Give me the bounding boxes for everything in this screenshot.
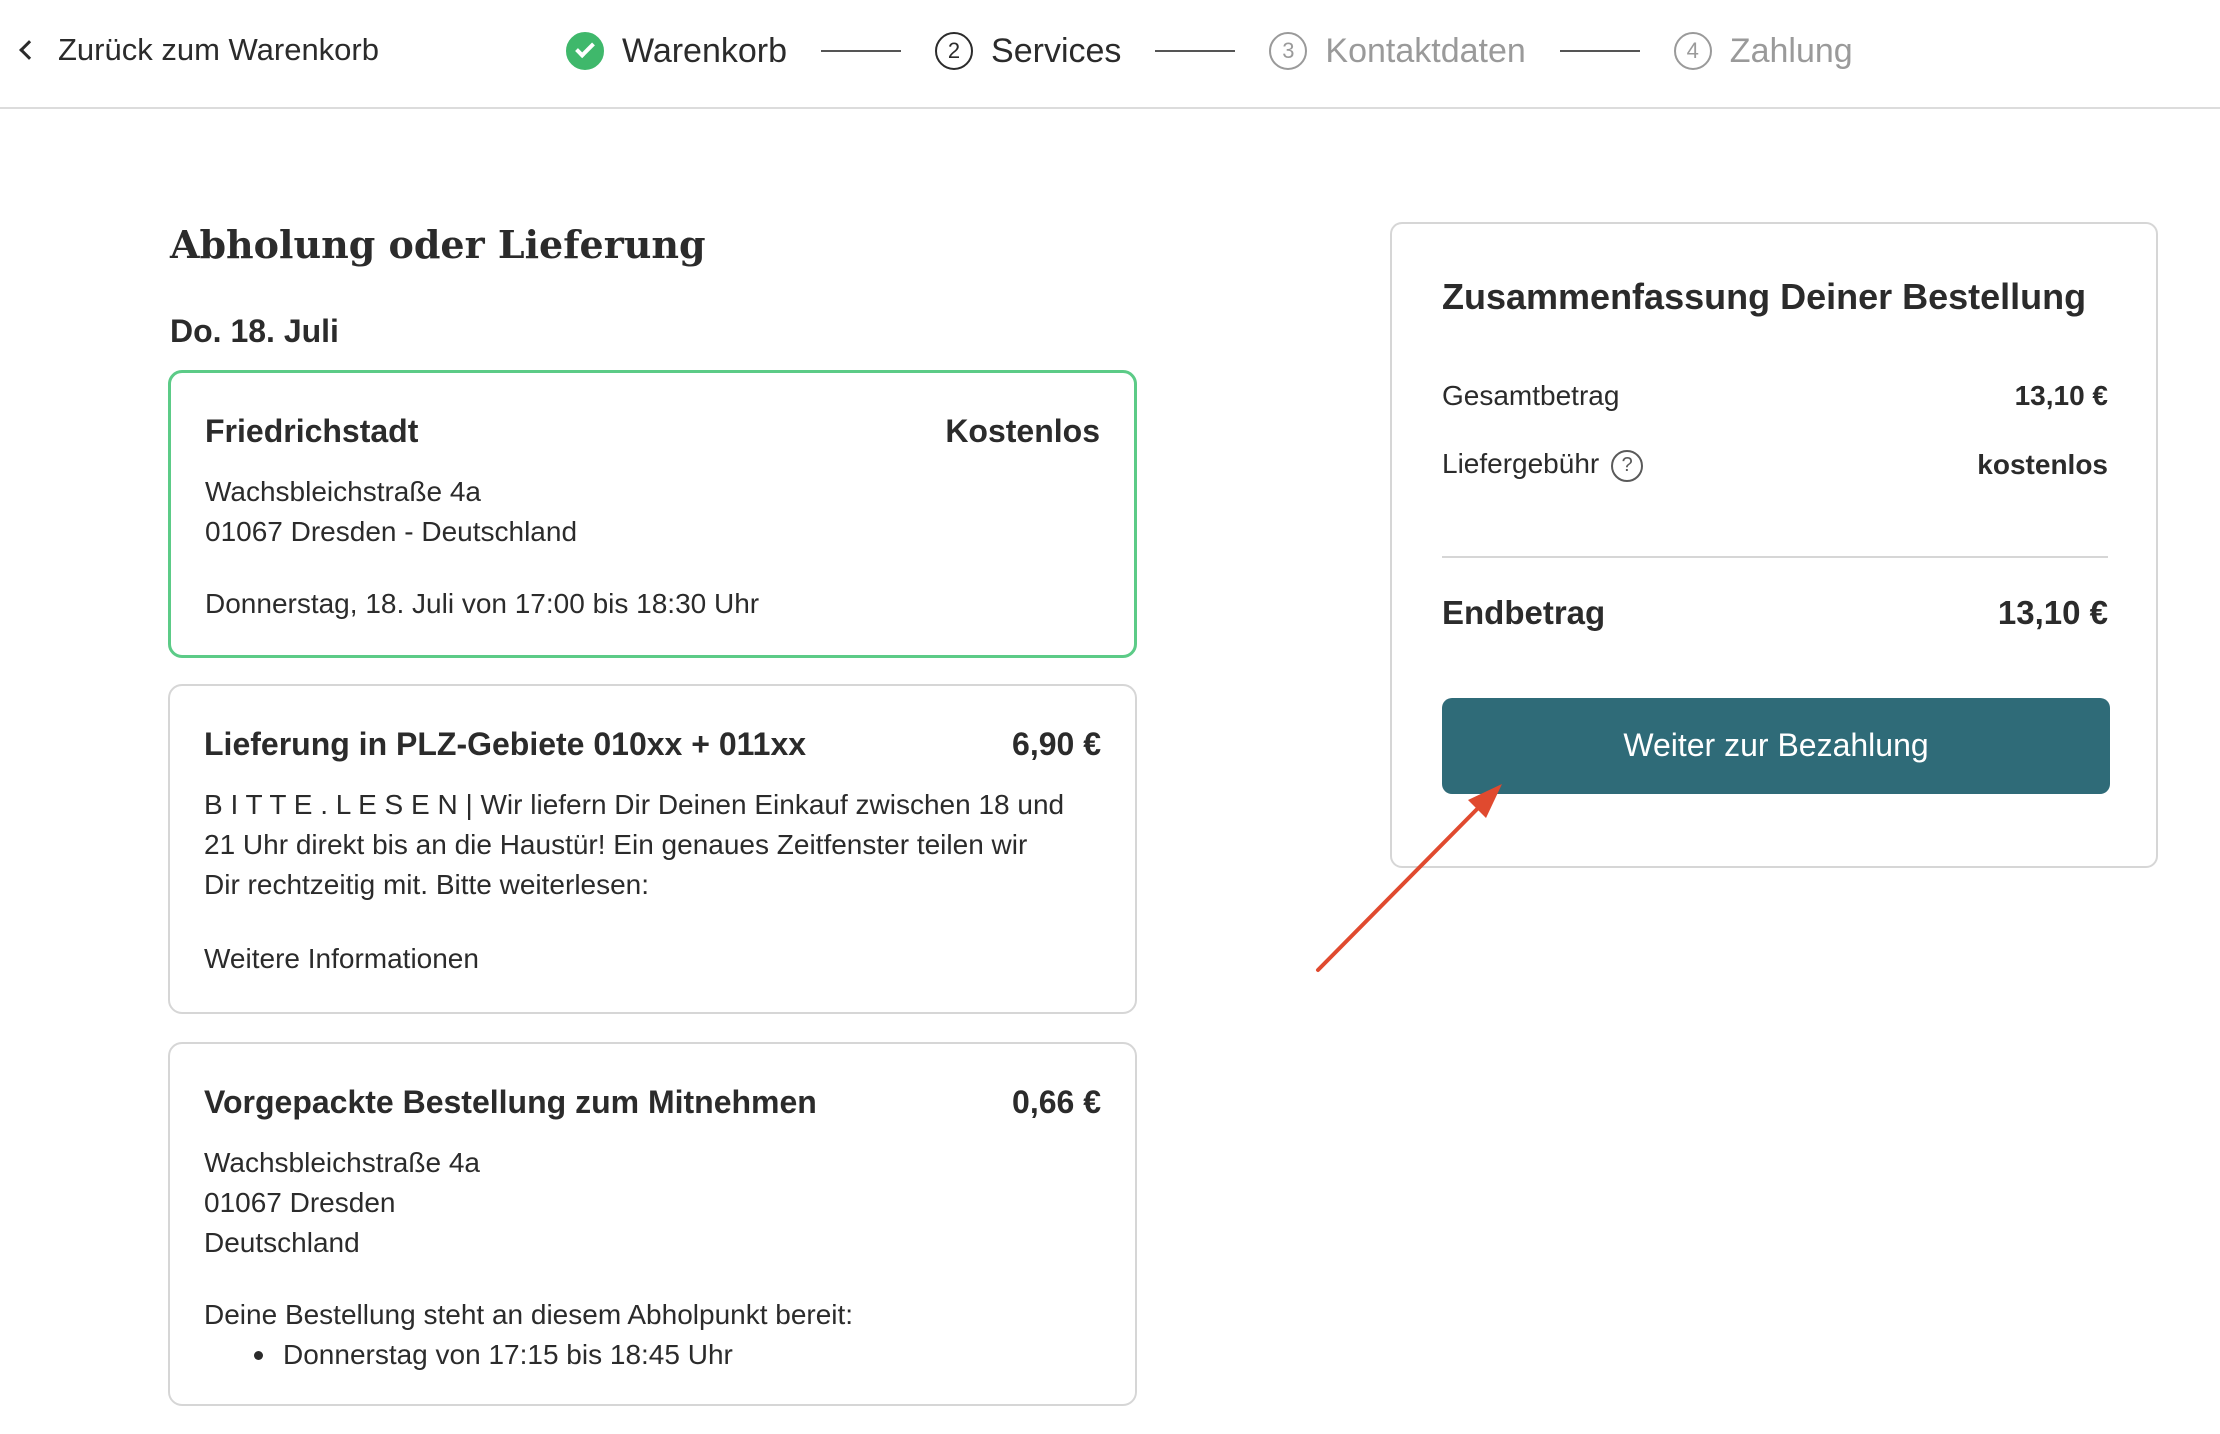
section-title: Abholung oder Lieferung bbox=[170, 222, 706, 267]
address-line: Deutschland bbox=[204, 1227, 360, 1258]
total-value: 13,10 € bbox=[1997, 593, 2108, 631]
step-connector bbox=[821, 50, 902, 52]
option-card-prepacked[interactable]: Vorgepackte Bestellung zum Mitnehmen 0,6… bbox=[168, 1042, 1137, 1406]
step-label: Zahlung bbox=[1729, 31, 1853, 70]
option-price: 0,66 € bbox=[1012, 1084, 1101, 1120]
help-icon[interactable]: ? bbox=[1611, 449, 1644, 482]
step-warenkorb[interactable]: Warenkorb bbox=[566, 32, 787, 71]
total-label: Endbetrag bbox=[1442, 593, 1606, 631]
checkout-stepper: Warenkorb 2 Services 3 Kontaktdaten 4 Za… bbox=[566, 24, 1853, 78]
option-name: Vorgepackte Bestellung zum Mitnehmen bbox=[204, 1084, 817, 1120]
fee-value: kostenlos bbox=[1977, 448, 2108, 480]
total-row: Endbetrag 13,10 € bbox=[1442, 594, 2108, 632]
fee-label-wrap: Liefergebühr? bbox=[1442, 448, 1644, 482]
option-name: Lieferung in PLZ-Gebiete 010xx + 011xx bbox=[204, 726, 807, 762]
description-line: 21 Uhr direkt bis an die Haustür! Ein ge… bbox=[204, 829, 1028, 860]
pickup-time: Donnerstag von 17:15 bis 18:45 Uhr bbox=[283, 1339, 733, 1370]
description-line: Dir rechtzeitig mit. Bitte weiterlesen: bbox=[204, 869, 650, 900]
fee-row: Liefergebühr? kostenlos bbox=[1442, 448, 2108, 482]
annotation-arrow bbox=[1316, 784, 1502, 972]
step-label: Services bbox=[991, 31, 1122, 70]
date-label: Do. 18. Juli bbox=[170, 313, 339, 349]
pickup-note: Deine Bestellung steht an diesem Abholpu… bbox=[204, 1299, 854, 1330]
subtotal-row: Gesamtbetrag 13,10 € bbox=[1442, 380, 2108, 412]
chevron-left-icon bbox=[19, 40, 39, 60]
step-services: 2 Services bbox=[935, 32, 1121, 71]
option-card-delivery[interactable]: Lieferung in PLZ-Gebiete 010xx + 011xx 6… bbox=[168, 684, 1137, 1014]
option-name: Friedrichstadt bbox=[205, 413, 419, 449]
order-summary: Zusammenfassung Deiner Bestellung Gesamt… bbox=[1390, 222, 2158, 868]
address-line: Wachsbleichstraße 4a bbox=[205, 476, 481, 507]
back-link-label: Zurück zum Warenkorb bbox=[58, 32, 379, 67]
option-price: Kostenlos bbox=[945, 413, 1100, 449]
summary-divider bbox=[1442, 555, 2108, 558]
check-icon bbox=[566, 32, 604, 70]
option-description: B I T T E . L E S E N | Wir liefern Dir … bbox=[204, 785, 1101, 905]
arrow-shaft bbox=[1316, 796, 1490, 972]
step-number: 4 bbox=[1673, 32, 1712, 70]
back-to-cart-link[interactable]: Zurück zum Warenkorb bbox=[16, 28, 379, 72]
more-info-link[interactable]: Weitere Informationen bbox=[204, 943, 1101, 975]
option-card-friedrichstadt[interactable]: Friedrichstadt Kostenlos Wachsbleichstra… bbox=[168, 370, 1137, 658]
step-label: Kontaktdaten bbox=[1325, 31, 1526, 70]
continue-to-payment-button[interactable]: Weiter zur Bezahlung bbox=[1442, 697, 2110, 794]
step-connector bbox=[1155, 50, 1236, 52]
address-line: Wachsbleichstraße 4a bbox=[204, 1147, 480, 1178]
step-number: 2 bbox=[935, 32, 974, 70]
step-number: 3 bbox=[1269, 32, 1308, 70]
description-line: B I T T E . L E S E N | Wir liefern Dir … bbox=[204, 789, 1065, 820]
checkout-header: Zurück zum Warenkorb Warenkorb 2 Service… bbox=[0, 0, 2220, 109]
step-label: Warenkorb bbox=[622, 31, 788, 70]
fee-label: Liefergebühr bbox=[1442, 448, 1600, 479]
pickup-time: Donnerstag, 18. Juli von 17:00 bis 18:30… bbox=[205, 588, 760, 619]
address-line: 01067 Dresden bbox=[204, 1187, 396, 1218]
bullet-dot bbox=[254, 1350, 263, 1360]
step-zahlung: 4 Zahlung bbox=[1673, 31, 1853, 71]
summary-title: Zusammenfassung Deiner Bestellung bbox=[1442, 276, 2087, 317]
step-kontaktdaten: 3 Kontaktdaten bbox=[1269, 31, 1526, 71]
subtotal-label: Gesamtbetrag bbox=[1442, 380, 1620, 411]
address-line: 01067 Dresden - Deutschland bbox=[205, 516, 578, 547]
step-connector bbox=[1559, 50, 1640, 52]
pickup-time-item: Donnerstag von 17:15 bis 18:45 Uhr bbox=[254, 1335, 1101, 1375]
subtotal-value: 13,10 € bbox=[2014, 380, 2108, 411]
option-price: 6,90 € bbox=[1012, 726, 1101, 762]
